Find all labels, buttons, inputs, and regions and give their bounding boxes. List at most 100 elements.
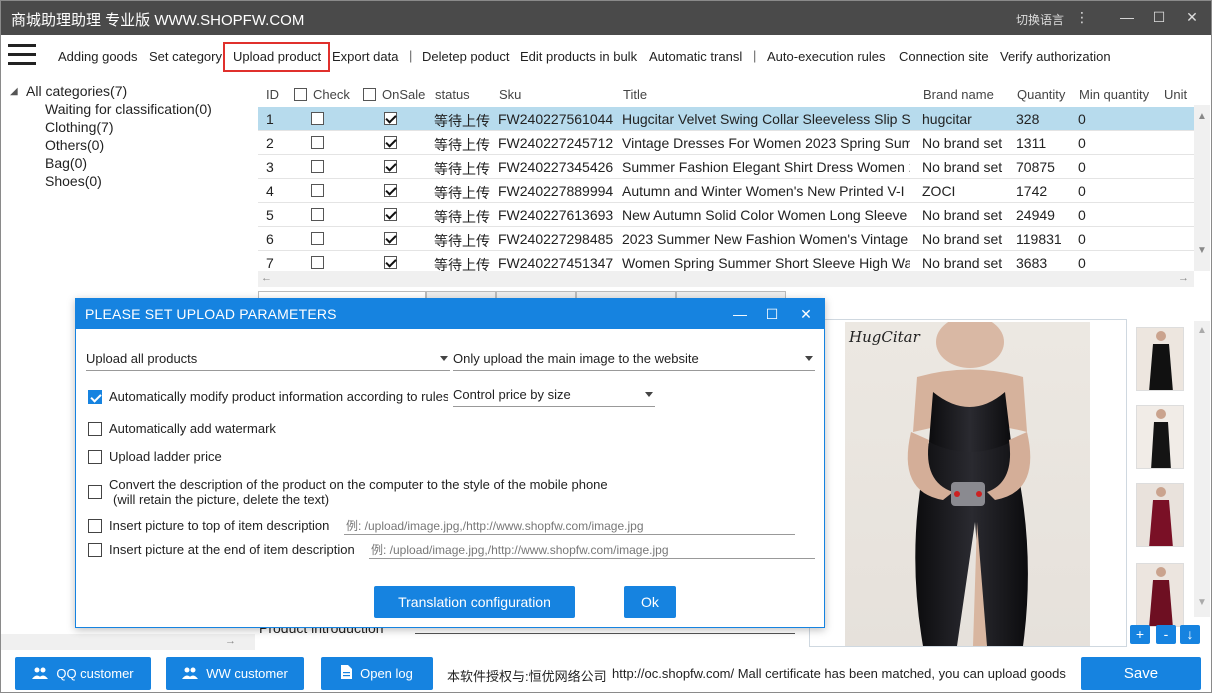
row-check-checkbox[interactable] — [311, 112, 324, 125]
translation-configuration-button[interactable]: Translation configuration — [374, 586, 575, 618]
table-row[interactable]: 2 等待上传 FW240227245712 Vintage Dresses For W… — [258, 131, 1194, 155]
tree-item-waiting-classification[interactable]: Waiting for classification(0) — [45, 101, 212, 117]
adding-goods-button[interactable]: Adding goods — [58, 49, 138, 64]
column-header-onsale[interactable]: OnSale — [382, 87, 425, 102]
more-options-icon[interactable]: ⋮ — [1071, 6, 1093, 28]
row-onsale-checkbox[interactable] — [384, 112, 397, 125]
dress-photo: HugCitar — [845, 322, 1090, 646]
remove-image-button[interactable]: - — [1156, 625, 1176, 644]
row-check-checkbox[interactable] — [311, 136, 324, 149]
upload-scope-select[interactable]: Upload all products — [86, 347, 450, 371]
row-onsale-checkbox[interactable] — [384, 160, 397, 173]
column-header-title[interactable]: Title — [623, 87, 647, 102]
automatic-translation-button[interactable]: Automatic transl — [649, 49, 742, 64]
auto-modify-checkbox[interactable] — [88, 390, 102, 404]
ww-customer-button[interactable]: WW customer — [166, 657, 304, 690]
row-onsale-checkbox[interactable] — [384, 208, 397, 221]
product-introduction-field[interactable] — [415, 633, 795, 634]
scroll-right-icon[interactable]: → — [225, 635, 236, 647]
grid-vertical-scrollbar[interactable]: ▲ ▼ — [1194, 105, 1210, 271]
delete-product-button[interactable]: Deletep poduct — [422, 49, 509, 64]
column-header-status[interactable]: status — [435, 87, 470, 102]
thumbnail-image[interactable] — [1136, 327, 1184, 391]
column-header-min-quantity[interactable]: Min quantity — [1079, 87, 1149, 102]
product-main-image[interactable]: HugCitar — [809, 319, 1127, 647]
column-header-sku[interactable]: Sku — [499, 87, 521, 102]
thumbnail-image[interactable] — [1136, 563, 1184, 627]
thumbnail-image[interactable] — [1136, 483, 1184, 547]
tree-item-clothing[interactable]: Clothing(7) — [45, 119, 114, 135]
mobile-description-checkbox[interactable] — [88, 485, 102, 499]
export-data-button[interactable]: Export data — [332, 49, 399, 64]
connection-site-button[interactable]: Connection site — [899, 49, 989, 64]
close-icon[interactable]: ✕ — [1181, 6, 1203, 28]
dialog-close-icon[interactable]: ✕ — [796, 304, 816, 324]
insert-top-input[interactable]: 例: /upload/image.jpg,/http://www.shopfw.… — [344, 513, 795, 535]
cell-id: 2 — [266, 135, 274, 151]
collapse-triangle-icon[interactable]: ◢ — [10, 86, 18, 97]
add-watermark-checkbox[interactable] — [88, 422, 102, 436]
row-check-checkbox[interactable] — [311, 208, 324, 221]
tree-item-all-categories[interactable]: All categories(7) — [26, 83, 127, 99]
insert-end-input[interactable]: 例: /upload/image.jpg,/http://www.shopfw.… — [369, 537, 815, 559]
ok-button[interactable]: Ok — [624, 586, 676, 618]
upload-product-button[interactable]: Upload product — [233, 49, 321, 64]
row-check-checkbox[interactable] — [311, 256, 324, 269]
check-all-checkbox[interactable] — [294, 88, 307, 101]
tree-item-shoes[interactable]: Shoes(0) — [45, 173, 102, 189]
column-header-brand[interactable]: Brand name — [923, 87, 994, 102]
save-button[interactable]: Save — [1081, 657, 1201, 690]
minimize-icon[interactable]: — — [1116, 6, 1138, 28]
edit-products-bulk-button[interactable]: Edit products in bulk — [520, 49, 637, 64]
row-onsale-checkbox[interactable] — [384, 184, 397, 197]
row-check-checkbox[interactable] — [311, 232, 324, 245]
table-row[interactable]: 6 等待上传 FW240227298485 2023 Summer New Fashi… — [258, 227, 1194, 251]
thumbnail-scrollbar[interactable]: ▲ ▼ — [1194, 321, 1210, 617]
row-onsale-checkbox[interactable] — [384, 136, 397, 149]
cell-id: 4 — [266, 183, 274, 199]
row-check-checkbox[interactable] — [311, 160, 324, 173]
scroll-right-icon[interactable]: → — [1178, 272, 1189, 284]
row-onsale-checkbox[interactable] — [384, 256, 397, 269]
column-header-unit[interactable]: Unit — [1164, 87, 1187, 102]
table-row[interactable]: 1 等待上传 FW240227561044 Hugcitar Velvet Swing… — [258, 107, 1194, 131]
scroll-up-icon[interactable]: ▲ — [1194, 111, 1210, 122]
scroll-down-icon[interactable]: ▼ — [1194, 245, 1210, 256]
auto-execution-rules-button[interactable]: Auto-execution rules — [767, 49, 886, 64]
insert-top-checkbox[interactable] — [88, 519, 102, 533]
verify-authorization-button[interactable]: Verify authorization — [1000, 49, 1111, 64]
open-log-button[interactable]: Open log — [321, 657, 433, 690]
maximize-icon[interactable]: ☐ — [1148, 6, 1170, 28]
switch-language-link[interactable]: 切换语言 — [1016, 11, 1064, 28]
image-upload-select[interactable]: Only upload the main image to the websit… — [453, 347, 815, 371]
table-row[interactable]: 4 等待上传 FW240227889994 Autumn and Winter Wom… — [258, 179, 1194, 203]
table-row[interactable]: 5 等待上传 FW240227613693 New Autumn Solid Colo… — [258, 203, 1194, 227]
table-row[interactable]: 3 等待上传 FW240227345426 Summer Fashion Elegan… — [258, 155, 1194, 179]
grid-horizontal-scrollbar[interactable]: ← → — [258, 271, 1194, 287]
dialog-minimize-icon[interactable]: — — [730, 304, 750, 324]
hamburger-menu-icon[interactable] — [6, 39, 38, 71]
tree-horizontal-scrollbar[interactable]: → — [1, 634, 255, 650]
qq-customer-button[interactable]: QQ customer — [15, 657, 151, 690]
price-control-select[interactable]: Control price by size — [453, 383, 655, 407]
onsale-all-checkbox[interactable] — [363, 88, 376, 101]
scroll-left-icon[interactable]: ← — [261, 272, 272, 284]
insert-end-checkbox[interactable] — [88, 543, 102, 557]
option-auto-modify[interactable]: Automatically modify product information… — [88, 389, 448, 407]
dialog-maximize-icon[interactable]: ☐ — [762, 304, 782, 324]
row-check-checkbox[interactable] — [311, 184, 324, 197]
table-row[interactable]: 7 等待上传 FW240227451347 Women Spring Summer S… — [258, 251, 1194, 273]
add-image-button[interactable]: + — [1130, 625, 1150, 644]
scroll-up-icon[interactable]: ▲ — [1194, 325, 1210, 336]
set-category-button[interactable]: Set category — [149, 49, 222, 64]
column-header-id[interactable]: ID — [266, 87, 279, 102]
tree-item-others[interactable]: Others(0) — [45, 137, 104, 153]
column-header-check[interactable]: Check — [313, 87, 350, 102]
column-header-quantity[interactable]: Quantity — [1017, 87, 1065, 102]
scroll-down-icon[interactable]: ▼ — [1194, 597, 1210, 608]
tree-item-bag[interactable]: Bag(0) — [45, 155, 87, 171]
move-image-down-button[interactable]: ↓ — [1180, 625, 1200, 644]
ladder-price-checkbox[interactable] — [88, 450, 102, 464]
thumbnail-image[interactable] — [1136, 405, 1184, 469]
row-onsale-checkbox[interactable] — [384, 232, 397, 245]
